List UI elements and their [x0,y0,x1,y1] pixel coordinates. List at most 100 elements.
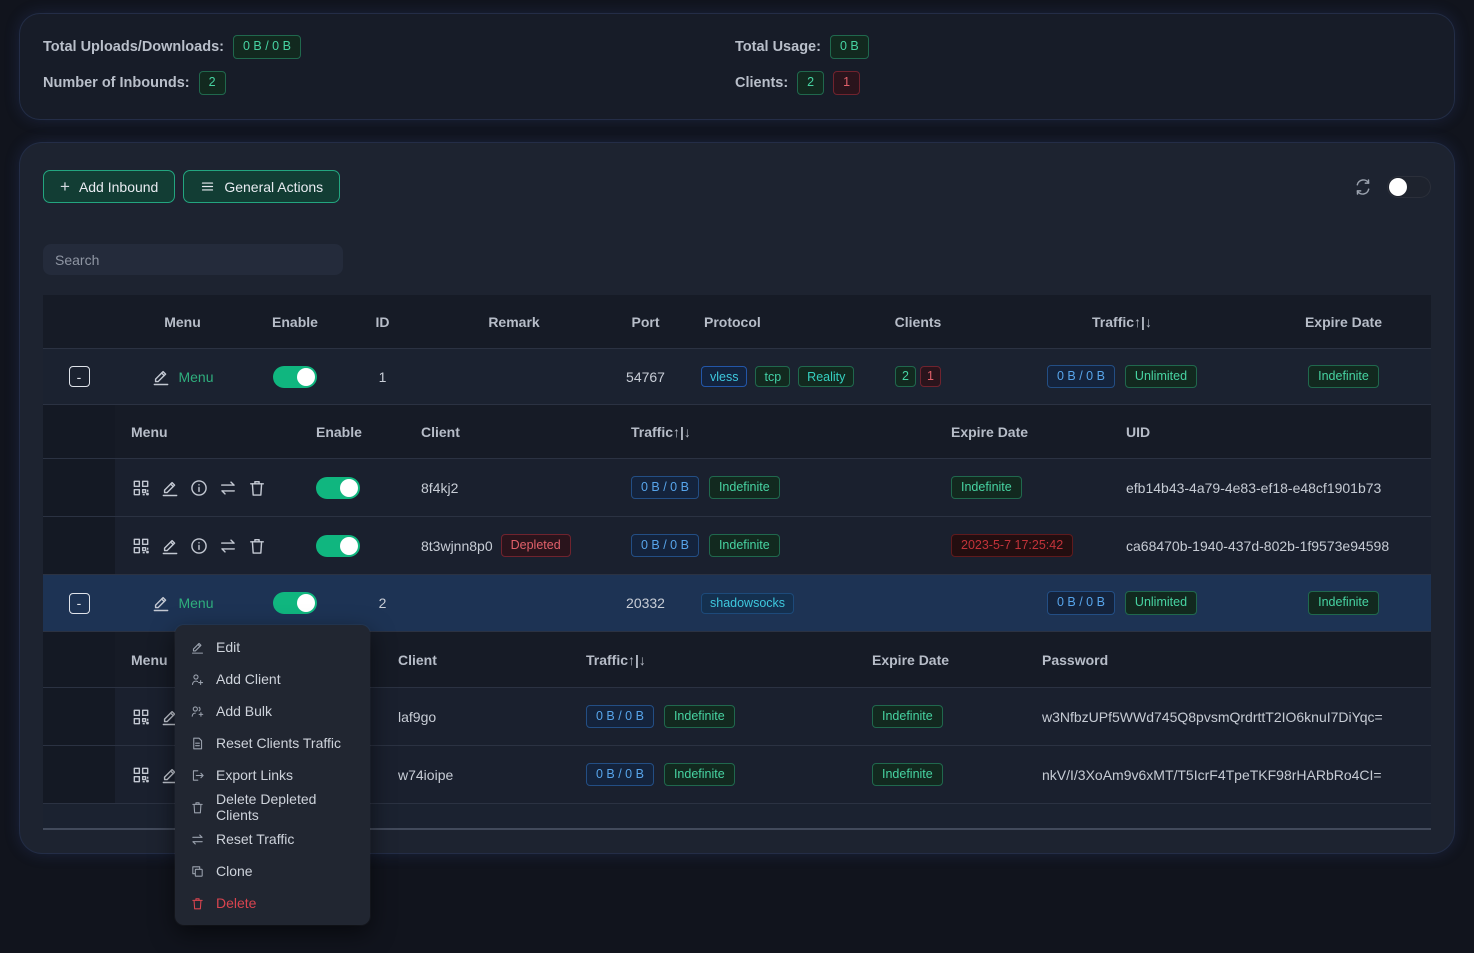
inbound1-traffic-badge: 0 B / 0 B [1047,365,1115,389]
qrcode-icon[interactable] [131,478,151,498]
protocol-tag-vless: vless [701,366,747,387]
inbound1-id: 1 [340,369,425,385]
stats-right: Total Usage: 0 B Clients: 2 1 [735,34,869,96]
gutter [43,688,115,745]
menu-item-export-links[interactable]: Export Links [175,759,370,791]
info-icon[interactable] [189,536,209,556]
toolbar: + Add Inbound General Actions [43,170,340,203]
clients-active-badge: 2 [797,71,824,95]
panel-controls [1353,170,1431,203]
client4-traffic-badge: 0 B / 0 B [586,763,654,787]
header-protocol: Protocol [688,314,848,330]
client4-expire-badge: Indefinite [872,763,943,787]
qrcode-icon[interactable] [131,765,151,785]
reset-traffic-icon[interactable] [218,536,238,556]
menu-item-label: Delete [216,895,256,911]
edit-icon[interactable] [160,536,180,556]
edit-icon[interactable] [160,478,180,498]
client3-password: w3NfbzUPf5WWd745Q8pvsmQrdrttT2IO6knuI7Di… [1026,709,1431,725]
uploads-value-badge: 0 B / 0 B [233,35,301,59]
client2-enable-toggle[interactable] [316,535,360,557]
edit-icon [151,367,171,387]
add-inbound-label: Add Inbound [79,179,158,195]
inbound1-menu-button[interactable]: Menu [151,367,213,387]
header-traffic[interactable]: Traffic↑|↓ [988,314,1256,330]
inbounds-page: Total Uploads/Downloads: 0 B / 0 B Numbe… [0,0,1474,953]
menu-item-label: Reset Clients Traffic [216,735,341,751]
menu-item-label: Export Links [216,767,293,783]
qrcode-icon[interactable] [131,536,151,556]
client2-name: 8t3wjnn8p0 [421,538,493,554]
refresh-icon[interactable] [1353,177,1373,197]
collapse-row-button[interactable]: - [69,593,90,614]
sub1-header-enable: Enable [300,424,405,440]
menu-item-add-client[interactable]: Add Client [175,663,370,695]
sub2-header-traffic[interactable]: Traffic↑|↓ [570,652,856,668]
header-id: ID [340,314,425,330]
trash-icon[interactable] [247,478,267,498]
sub1-header-menu: Menu [115,424,300,440]
menu-item-label: Reset Traffic [216,831,294,847]
inbound-row-1: - Menu 1 54767 vless tcp Reality 2 [43,349,1431,405]
inbound-context-menu: Edit Add Client Add Bulk Reset Clients T… [175,625,370,925]
gutter [43,632,115,687]
trash-icon[interactable] [247,536,267,556]
menu-item-label: Clone [216,863,253,879]
inbound1-enable-toggle[interactable] [273,366,317,388]
inbound2-enable-toggle[interactable] [273,592,317,614]
inbound-row-2: - Menu 2 20332 shadowsocks 0 B / 0 B [43,575,1431,632]
auto-refresh-toggle[interactable] [1387,176,1431,198]
client3-name: laf9go [382,709,570,725]
client3-expire-badge: Indefinite [872,705,943,729]
sub1-header-traffic[interactable]: Traffic↑|↓ [615,424,935,440]
sub2-header-client: Client [382,652,570,668]
menu-item-label: Edit [216,639,240,655]
general-actions-button[interactable]: General Actions [183,170,340,203]
collapse-row-button[interactable]: - [69,366,90,387]
info-icon[interactable] [189,478,209,498]
sub2-header-expire: Expire Date [856,652,1026,668]
trash-icon [190,896,205,911]
stat-total-usage: Total Usage: 0 B [735,34,869,60]
table-header-row: Menu Enable ID Remark Port Protocol Clie… [43,295,1431,349]
export-icon [190,768,205,783]
inbound2-traffic-limit-badge: Unlimited [1125,591,1197,615]
menu-item-add-bulk[interactable]: Add Bulk [175,695,370,727]
header-port: Port [603,314,688,330]
menu-item-delete[interactable]: Delete [175,887,370,919]
add-inbound-button[interactable]: + Add Inbound [43,170,175,203]
client4-name: w74ioipe [382,767,570,783]
menu-item-edit[interactable]: Edit [175,631,370,663]
user-add-icon [190,672,205,687]
client1-enable-toggle[interactable] [316,477,360,499]
inbound2-menu-button[interactable]: Menu [151,593,213,613]
header-expire-date: Expire Date [1256,314,1431,330]
inbound1-expire-badge: Indefinite [1308,365,1379,389]
stat-uploads-downloads: Total Uploads/Downloads: 0 B / 0 B [43,34,301,60]
client1-traffic-badge: 0 B / 0 B [631,476,699,500]
stats-panel: Total Uploads/Downloads: 0 B / 0 B Numbe… [20,14,1454,119]
reset-traffic-icon[interactable] [218,478,238,498]
gutter [43,746,115,803]
menu-item-reset-clients-traffic[interactable]: Reset Clients Traffic [175,727,370,759]
qrcode-icon[interactable] [131,707,151,727]
inbound1-menu-label: Menu [178,369,213,385]
menu-item-clone[interactable]: Clone [175,855,370,887]
menu-item-delete-depleted-clients[interactable]: Delete Depleted Clients [175,791,370,823]
menu-item-reset-traffic[interactable]: Reset Traffic [175,823,370,855]
clients-table1-header: Menu Enable Client Traffic↑|↓ Expire Dat… [43,405,1431,459]
clients-depleted-badge: 1 [833,71,860,95]
client1-name: 8f4kj2 [405,480,615,496]
client1-uid: efb14b43-4a79-4e83-ef18-e48cf1901b73 [1110,480,1431,496]
edit-icon [190,640,205,655]
uploads-label: Total Uploads/Downloads: [43,39,224,55]
client3-traffic-limit-badge: Indefinite [664,705,735,729]
inbound2-menu-label: Menu [178,595,213,611]
hamburger-icon [200,179,215,194]
reset-traffic-icon [190,832,205,847]
gutter [43,517,115,574]
plus-icon: + [60,178,70,195]
search-input[interactable] [43,244,343,275]
header-remark: Remark [425,314,603,330]
inbound1-clients-active-badge: 2 [895,366,916,388]
